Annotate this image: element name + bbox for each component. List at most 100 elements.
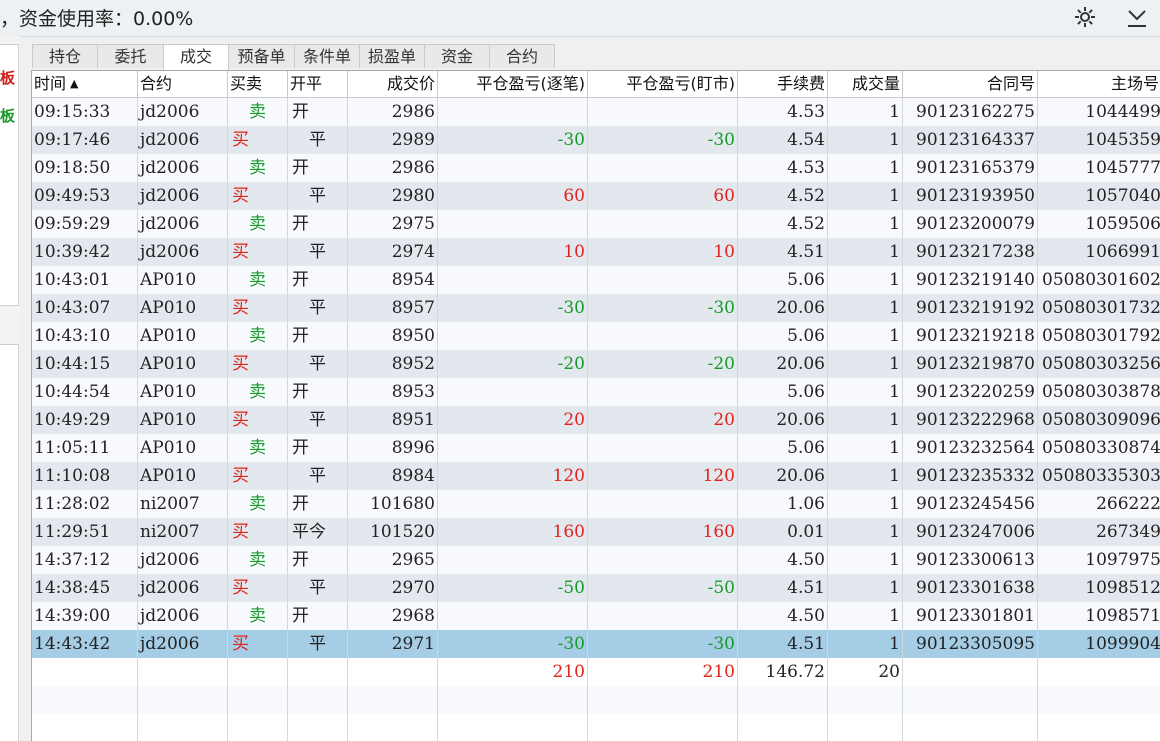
table-row[interactable]: 14:37:12 jd2006 卖开 2965 4.50 1 90123300613 1097… xyxy=(32,546,1160,574)
table-row[interactable]: 14:39:00 jd2006 卖开 2968 4.50 1 90123301801 1098… xyxy=(32,602,1160,630)
col-volume: 1 xyxy=(828,294,903,322)
tab-contracts[interactable]: 合约 xyxy=(489,44,555,68)
col-volume: 1 xyxy=(828,630,903,658)
col-time-header[interactable]: 时间 ▲ xyxy=(32,71,138,97)
table-row[interactable]: 11:10:08 AP010 买平 8984 120 120 20.06 1 901232353… xyxy=(32,462,1160,490)
fund-usage-text: ，资金使用率：0.00% xyxy=(0,8,194,30)
col-fee: 4.51 xyxy=(738,574,828,602)
col-exchange-no: 1045359 xyxy=(1038,126,1160,154)
col-time: 10:43:01 xyxy=(32,266,138,294)
table-row[interactable]: 09:15:33 jd2006 卖开 2986 4.53 1 90123162275 1044… xyxy=(32,98,1160,126)
table-row[interactable]: 11:29:51 ni2007 买平今 101520 160 160 0.01 1 901232… xyxy=(32,518,1160,546)
tab-positions[interactable]: 持仓 xyxy=(32,44,98,68)
col-offset: 平 xyxy=(288,182,348,210)
col-side-header[interactable]: 买卖 xyxy=(228,71,288,97)
col-time: 10:49:29 xyxy=(32,406,138,434)
col-side: 卖 xyxy=(228,602,288,630)
tab-stop-orders[interactable]: 损盈单 xyxy=(359,44,425,68)
col-volume: 1 xyxy=(828,98,903,126)
empty-cell xyxy=(828,714,903,741)
col-contract-header[interactable]: 合约 xyxy=(138,71,228,97)
column-label: 平仓盈亏(盯市) xyxy=(626,74,736,93)
empty-row xyxy=(32,686,1160,714)
col-order-no: 90123219218 xyxy=(903,322,1038,350)
col-order-no: 90123301801 xyxy=(903,602,1038,630)
col-offset: 开 xyxy=(288,154,348,182)
table-row[interactable]: 10:44:15 AP010 买平 8952 -20 -20 20.06 1 901232198… xyxy=(32,350,1160,378)
col-time: 10:43:07 xyxy=(32,294,138,322)
col-pnl-mtm xyxy=(588,546,738,574)
col-offset: 开 xyxy=(288,490,348,518)
col-contract: jd2006 xyxy=(138,98,228,126)
col-time: 09:18:50 xyxy=(32,154,138,182)
column-label: 开平 xyxy=(290,74,323,93)
col-price: 8954 xyxy=(348,266,438,294)
col-fee-header[interactable]: 手续费 xyxy=(738,71,828,97)
table-row[interactable]: 10:49:29 AP010 买平 8951 20 20 20.06 1 90123222968… xyxy=(32,406,1160,434)
col-volume: 1 xyxy=(828,210,903,238)
col-fee: 20.06 xyxy=(738,406,828,434)
col-offset: 开 xyxy=(288,434,348,462)
col-exchange-no: 266222 xyxy=(1038,490,1160,518)
table-row[interactable]: 09:59:29 jd2006 卖开 2975 4.52 1 90123200079 1059… xyxy=(32,210,1160,238)
col-side: 买 xyxy=(228,630,288,658)
gear-icon[interactable] xyxy=(1072,4,1098,30)
col-fee: 4.51 xyxy=(738,238,828,266)
tab-orders[interactable]: 委托 xyxy=(97,44,164,68)
col-side: 买 xyxy=(228,518,288,546)
col-exchange-no-header[interactable]: 主场号 xyxy=(1038,71,1160,97)
table-row[interactable]: 09:18:50 jd2006 卖开 2986 4.53 1 90123165379 1045… xyxy=(32,154,1160,182)
empty-cell xyxy=(288,714,348,741)
empty-cell xyxy=(903,714,1038,741)
col-offset: 平 xyxy=(288,574,348,602)
column-label: 手续费 xyxy=(776,74,825,93)
tab-reserve-orders[interactable]: 预备单 xyxy=(228,44,295,68)
column-label: 平仓盈亏(逐笔) xyxy=(476,74,586,93)
col-pnl-mtm-header[interactable]: 平仓盈亏(盯市) xyxy=(588,71,738,97)
col-side: 卖 xyxy=(228,378,288,406)
col-price-header[interactable]: 成交价 xyxy=(348,71,438,97)
col-side: 买 xyxy=(228,462,288,490)
table-row[interactable]: 11:28:02 ni2007 卖开 101680 1.06 1 90123245456 26… xyxy=(32,490,1160,518)
col-volume: 1 xyxy=(828,322,903,350)
col-volume-header[interactable]: 成交量 xyxy=(828,71,903,97)
col-contract: jd2006 xyxy=(138,574,228,602)
col-offset: 开 xyxy=(288,602,348,630)
col-volume: 1 xyxy=(828,434,903,462)
col-order-no: 90123245456 xyxy=(903,490,1038,518)
col-pnl-mtm xyxy=(588,322,738,350)
table-row[interactable]: 10:39:42 jd2006 买平 2974 10 10 4.51 1 90123217238… xyxy=(32,238,1160,266)
col-offset-header[interactable]: 开平 xyxy=(288,71,348,97)
col-pnl-trade-header[interactable]: 平仓盈亏(逐笔) xyxy=(438,71,588,97)
table-row[interactable]: 11:05:11 AP010 卖开 8996 5.06 1 90123232564 05080… xyxy=(32,434,1160,462)
col-order-no: 90123193950 xyxy=(903,182,1038,210)
table-row[interactable]: 10:43:10 AP010 卖开 8950 5.06 1 90123219218 05080… xyxy=(32,322,1160,350)
col-volume: 1 xyxy=(828,490,903,518)
col-time: 09:15:33 xyxy=(32,98,138,126)
empty-cell xyxy=(738,714,828,741)
table-row[interactable]: 10:43:07 AP010 买平 8957 -30 -30 20.06 1 901232191… xyxy=(32,294,1160,322)
col-offset: 平 xyxy=(288,406,348,434)
table-row[interactable]: 10:44:54 AP010 卖开 8953 5.06 1 90123220259 05080… xyxy=(32,378,1160,406)
tab-trades[interactable]: 成交 xyxy=(163,44,229,70)
col-side: 买 xyxy=(228,350,288,378)
tab-conditional-orders[interactable]: 条件单 xyxy=(294,44,360,68)
col-fee-total: 146.72 xyxy=(738,658,828,686)
table-row[interactable]: 14:38:45 jd2006 买平 2970 -50 -50 4.51 1 901233016… xyxy=(32,574,1160,602)
col-side: 买 xyxy=(228,238,288,266)
col-fee: 4.54 xyxy=(738,126,828,154)
table-row[interactable]: 09:17:46 jd2006 买平 2989 -30 -30 4.54 1 901231643… xyxy=(32,126,1160,154)
col-order-no-header[interactable]: 合同号 xyxy=(903,71,1038,97)
col-price: 2974 xyxy=(348,238,438,266)
chevron-down-icon[interactable] xyxy=(1124,4,1150,30)
column-label: 合同号 xyxy=(986,74,1035,93)
table-row[interactable]: 10:43:01 AP010 卖开 8954 5.06 1 90123219140 05080… xyxy=(32,266,1160,294)
table-row[interactable]: 09:49:53 jd2006 买平 2980 60 60 4.52 1 90123193950… xyxy=(32,182,1160,210)
col-side: 卖 xyxy=(228,322,288,350)
col-contract: jd2006 xyxy=(138,210,228,238)
tab-funds[interactable]: 资金 xyxy=(424,44,490,68)
table-row[interactable]: 14:43:42 jd2006 买平 2971 -30 -30 4.51 1 901233050… xyxy=(32,630,1160,658)
col-pnl-mtm: -30 xyxy=(588,294,738,322)
left-panel-top: 板 板 xyxy=(0,44,19,306)
col-order-no: 90123220259 xyxy=(903,378,1038,406)
